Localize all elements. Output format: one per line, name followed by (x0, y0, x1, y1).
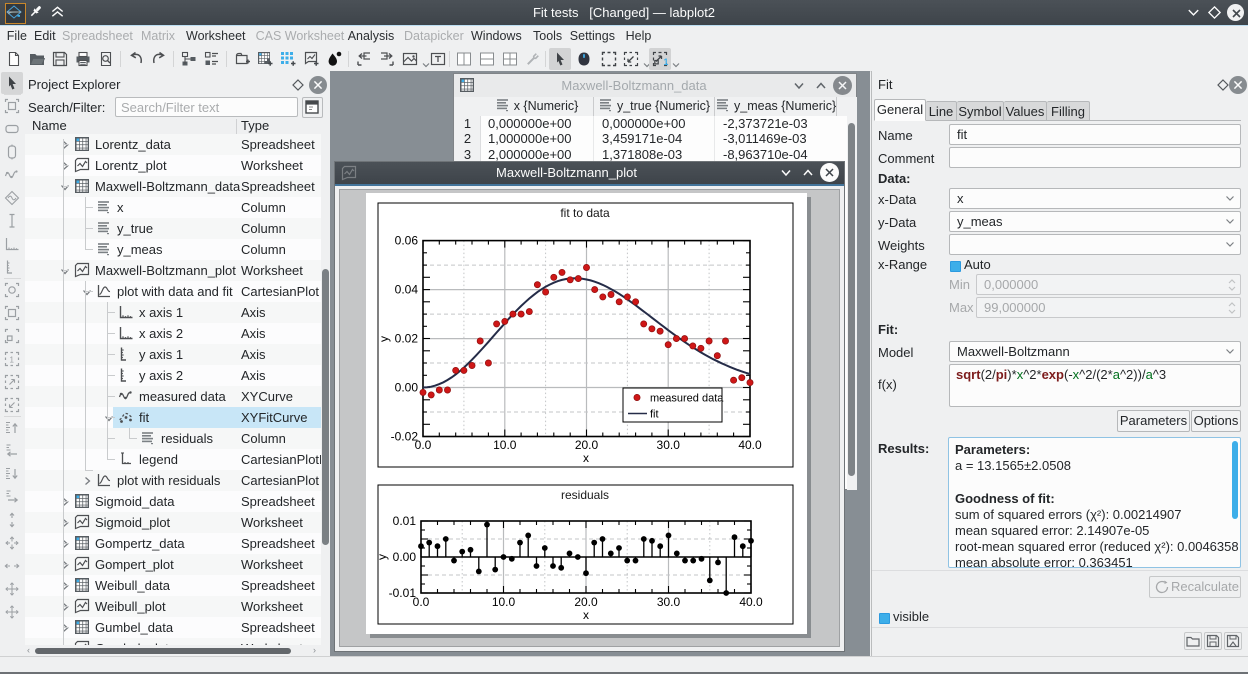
svg-text:0.02: 0.02 (395, 332, 419, 346)
svg-text:residuals: residuals (561, 488, 609, 502)
svg-text:10.0: 10.0 (493, 438, 517, 452)
svg-text:10.0: 10.0 (492, 595, 516, 609)
svg-text:x: x (583, 451, 589, 465)
svg-text:30.0: 30.0 (657, 595, 681, 609)
svg-text:1: 1 (664, 57, 669, 67)
svg-text:40.0: 40.0 (739, 595, 763, 609)
svg-text:-0.01: -0.01 (389, 586, 417, 600)
svg-text:-0.02: -0.02 (391, 430, 419, 444)
svg-text:0.00: 0.00 (395, 381, 419, 395)
svg-text:fit to data: fit to data (560, 206, 610, 220)
svg-text:0.01: 0.01 (393, 514, 417, 528)
svg-text:0.00: 0.00 (393, 550, 417, 564)
svg-text:20.0: 20.0 (575, 438, 599, 452)
svg-text:y: y (377, 336, 391, 342)
svg-text:0.04: 0.04 (395, 283, 419, 297)
svg-text:30.0: 30.0 (657, 438, 681, 452)
svg-text:y: y (375, 554, 389, 560)
svg-text:20.0: 20.0 (574, 595, 598, 609)
svg-text:fit: fit (650, 409, 659, 421)
svg-text:x: x (583, 608, 589, 622)
svg-text:40.0: 40.0 (738, 438, 762, 452)
svg-text:0.06: 0.06 (395, 234, 419, 248)
svg-text:1: 1 (10, 356, 15, 365)
svg-text:measured data: measured data (650, 393, 724, 405)
